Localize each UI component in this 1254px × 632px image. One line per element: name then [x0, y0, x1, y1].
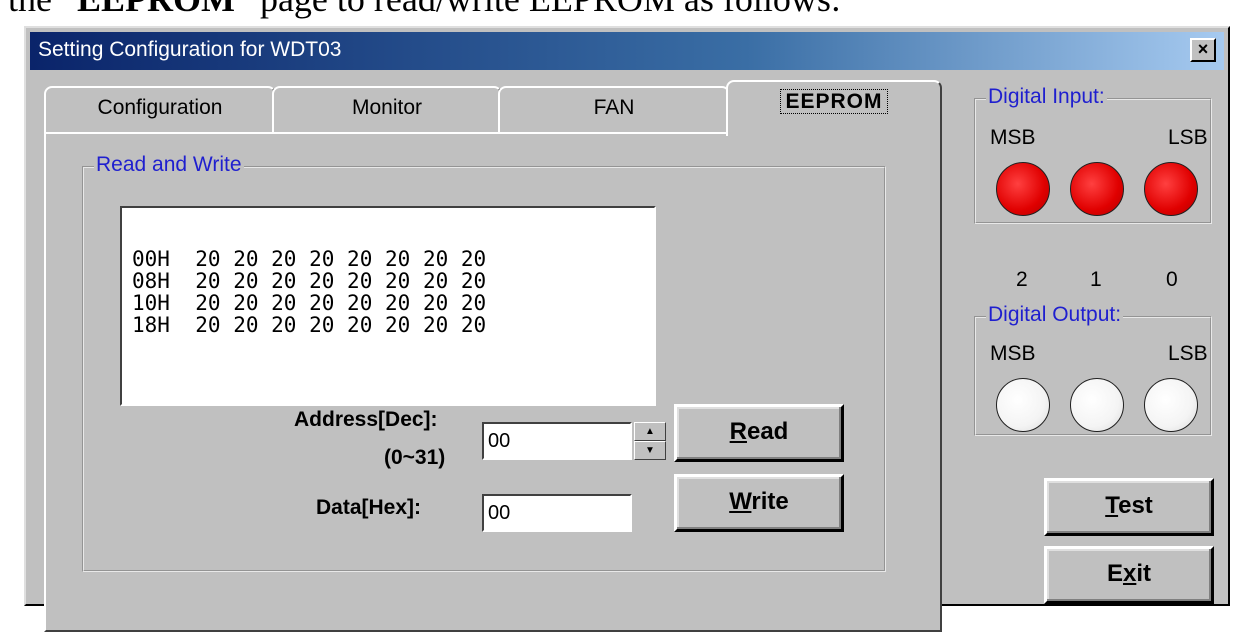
test-button[interactable]: Test [1044, 478, 1214, 536]
digital-input-led [996, 162, 1050, 216]
dump-address: 10H [132, 291, 170, 315]
digital-input-led [1070, 162, 1124, 216]
tab-configuration[interactable]: Configuration [44, 86, 276, 134]
dump-address: 00H [132, 247, 170, 271]
settings-window: Setting Configuration for WDT03 × Config… [24, 26, 1230, 632]
read-write-group-title: Read and Write [94, 153, 244, 177]
caption-bold: EEPROM [77, 0, 235, 19]
digital-input-title: Digital Input: [986, 85, 1107, 109]
close-button[interactable]: × [1190, 38, 1216, 62]
digital-output-title: Digital Output: [986, 303, 1124, 327]
document-caption: the “EEPROM” page to read/write EEPROM a… [8, 0, 841, 20]
caption-suffix: ” page to read/write EEPROM as follows: [235, 0, 841, 19]
digital-output-led[interactable] [996, 378, 1050, 432]
close-icon: × [1197, 39, 1209, 59]
data-label: Data[Hex]: [316, 496, 422, 519]
digital-output-led[interactable] [1070, 378, 1124, 432]
tab-eeprom[interactable]: EEPROM [726, 80, 942, 136]
tab-label: EEPROM [780, 89, 888, 114]
exit-label-prefix: E [1106, 560, 1123, 587]
read-button[interactable]: Read [674, 404, 844, 462]
read-hotkey: R [729, 418, 747, 445]
data-input[interactable]: 00 [482, 494, 632, 532]
digital-input-led [1144, 162, 1198, 216]
dump-row: 10H 20 20 20 20 20 20 20 20 [132, 292, 486, 314]
bit-label-2: 2 [1016, 268, 1028, 291]
address-label: Address[Dec]: [294, 408, 438, 431]
digital-output-lsb: LSB [1168, 342, 1208, 365]
test-hotkey: T [1105, 492, 1119, 519]
dump-row: 08H 20 20 20 20 20 20 20 20 [132, 270, 486, 292]
dump-row: 00H 20 20 20 20 20 20 20 20 [132, 248, 486, 270]
dump-bytes: 20 20 20 20 20 20 20 20 [195, 247, 487, 271]
tab-label: FAN [593, 96, 635, 119]
dump-row: 18H 20 20 20 20 20 20 20 20 [132, 314, 486, 336]
tab-monitor[interactable]: Monitor [272, 86, 502, 134]
digital-output-msb: MSB [990, 342, 1036, 365]
data-value: 00 [488, 502, 511, 524]
digital-input-msb: MSB [990, 126, 1036, 149]
title-bar[interactable]: Setting Configuration for WDT03 × [30, 32, 1224, 70]
digital-output-led[interactable] [1144, 378, 1198, 432]
test-label: est [1118, 492, 1153, 519]
dump-bytes: 20 20 20 20 20 20 20 20 [195, 313, 487, 337]
write-button[interactable]: Write [674, 474, 844, 532]
exit-button[interactable]: Exit [1044, 546, 1214, 604]
address-spinner[interactable]: ▲ ▼ [634, 422, 666, 460]
caption-prefix: the “ [8, 0, 77, 19]
tab-label: Configuration [97, 96, 223, 119]
eeprom-dump-view: 00H 20 20 20 20 20 20 20 20 08H 20 20 20… [120, 206, 656, 406]
dump-address: 08H [132, 269, 170, 293]
dump-address: 18H [132, 313, 170, 337]
bit-label-0: 0 [1166, 268, 1178, 291]
exit-label: it [1136, 560, 1152, 587]
tab-fan[interactable]: FAN [498, 86, 730, 134]
exit-hotkey: x [1122, 560, 1137, 587]
tab-label: Monitor [351, 96, 423, 119]
dump-bytes: 20 20 20 20 20 20 20 20 [195, 269, 487, 293]
read-label: ead [746, 418, 789, 445]
write-label: rite [751, 488, 789, 515]
bit-label-1: 1 [1090, 268, 1102, 291]
address-input[interactable]: 00 [482, 422, 632, 460]
address-range-label: (0~31) [384, 446, 446, 469]
dump-bytes: 20 20 20 20 20 20 20 20 [195, 291, 487, 315]
write-hotkey: W [729, 488, 752, 515]
address-value: 00 [488, 430, 511, 452]
spin-down-icon[interactable]: ▼ [634, 441, 666, 460]
window-title: Setting Configuration for WDT03 [38, 38, 342, 61]
digital-input-lsb: LSB [1168, 126, 1208, 149]
spin-up-icon[interactable]: ▲ [634, 422, 666, 441]
